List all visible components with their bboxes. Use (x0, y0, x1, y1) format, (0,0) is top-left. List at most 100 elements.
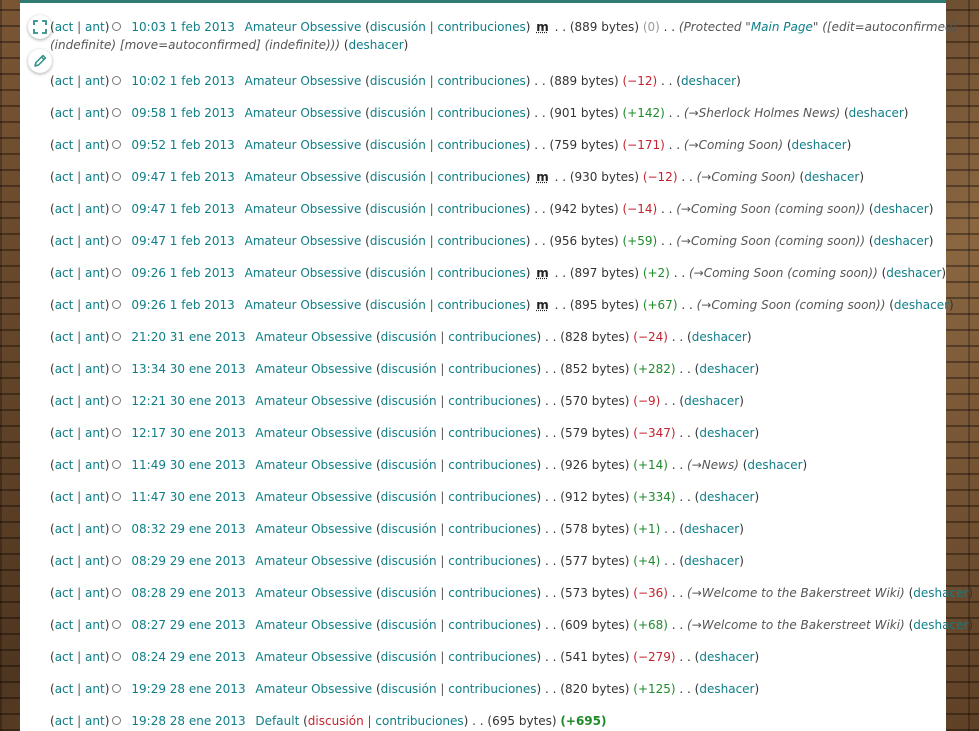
user-talk-link[interactable]: discusión (308, 714, 364, 728)
diff-previous-link[interactable]: ant (85, 234, 105, 248)
undo-link[interactable]: deshacer (874, 202, 929, 216)
undo-link[interactable]: deshacer (894, 298, 949, 312)
user-contribs-link[interactable]: contribuciones (437, 298, 525, 312)
diff-current-link[interactable]: act (55, 458, 74, 472)
undo-link[interactable]: deshacer (699, 426, 754, 440)
revision-timestamp-link[interactable]: 08:29 29 ene 2013 (131, 554, 245, 568)
compare-radio[interactable] (112, 140, 122, 149)
compare-radio[interactable] (112, 268, 122, 277)
user-contribs-link[interactable]: contribuciones (375, 714, 463, 728)
user-talk-link[interactable]: discusión (370, 298, 426, 312)
diff-current-link[interactable]: act (55, 170, 74, 184)
diff-current-link[interactable]: act (55, 426, 74, 440)
diff-previous-link[interactable]: ant (85, 20, 105, 34)
user-link[interactable]: Amateur Obsessive (255, 650, 372, 664)
user-talk-link[interactable]: discusión (381, 650, 437, 664)
fullscreen-button[interactable] (28, 15, 52, 39)
diff-current-link[interactable]: act (55, 138, 74, 152)
compare-radio[interactable] (112, 364, 122, 373)
compare-radio[interactable] (112, 300, 122, 309)
user-contribs-link[interactable]: contribuciones (437, 202, 525, 216)
user-link[interactable]: Amateur Obsessive (255, 682, 372, 696)
user-contribs-link[interactable]: contribuciones (448, 426, 536, 440)
user-contribs-link[interactable]: contribuciones (448, 618, 536, 632)
undo-link[interactable]: deshacer (699, 362, 754, 376)
user-link[interactable]: Amateur Obsessive (255, 330, 372, 344)
compare-radio[interactable] (112, 22, 122, 31)
revision-timestamp-link[interactable]: 19:29 28 ene 2013 (131, 682, 245, 696)
undo-link[interactable]: deshacer (792, 138, 847, 152)
diff-previous-link[interactable]: ant (85, 586, 105, 600)
user-link[interactable]: Amateur Obsessive (245, 234, 362, 248)
user-talk-link[interactable]: discusión (381, 554, 437, 568)
compare-radio[interactable] (112, 332, 122, 341)
user-contribs-link[interactable]: contribuciones (437, 266, 525, 280)
undo-link[interactable]: deshacer (913, 586, 968, 600)
undo-link[interactable]: deshacer (913, 618, 968, 632)
undo-link[interactable]: deshacer (804, 170, 859, 184)
user-contribs-link[interactable]: contribuciones (448, 362, 536, 376)
user-talk-link[interactable]: discusión (370, 234, 426, 248)
user-talk-link[interactable]: discusión (381, 394, 437, 408)
undo-link[interactable]: deshacer (874, 234, 929, 248)
user-contribs-link[interactable]: contribuciones (448, 650, 536, 664)
diff-previous-link[interactable]: ant (85, 426, 105, 440)
user-link[interactable]: Amateur Obsessive (255, 554, 372, 568)
undo-link[interactable]: deshacer (692, 330, 747, 344)
user-talk-link[interactable]: discusión (370, 20, 426, 34)
user-link[interactable]: Amateur Obsessive (255, 426, 372, 440)
compare-radio[interactable] (112, 204, 122, 213)
user-contribs-link[interactable]: contribuciones (437, 106, 525, 120)
revision-timestamp-link[interactable]: 09:47 1 feb 2013 (131, 202, 234, 216)
revision-timestamp-link[interactable]: 12:17 30 ene 2013 (131, 426, 245, 440)
diff-current-link[interactable]: act (55, 682, 74, 696)
diff-previous-link[interactable]: ant (85, 330, 105, 344)
revision-timestamp-link[interactable]: 19:28 28 ene 2013 (131, 714, 245, 728)
undo-link[interactable]: deshacer (699, 490, 754, 504)
diff-previous-link[interactable]: ant (85, 138, 105, 152)
diff-current-link[interactable]: act (55, 522, 74, 536)
diff-current-link[interactable]: act (55, 20, 74, 34)
compare-radio[interactable] (112, 172, 122, 181)
revision-timestamp-link[interactable]: 11:47 30 ene 2013 (131, 490, 245, 504)
diff-current-link[interactable]: act (55, 490, 74, 504)
diff-previous-link[interactable]: ant (85, 202, 105, 216)
diff-previous-link[interactable]: ant (85, 74, 105, 88)
diff-previous-link[interactable]: ant (85, 106, 105, 120)
user-link[interactable]: Amateur Obsessive (255, 362, 372, 376)
compare-radio[interactable] (112, 556, 122, 565)
diff-current-link[interactable]: act (55, 618, 74, 632)
user-link[interactable]: Default (255, 714, 299, 728)
undo-link[interactable]: deshacer (684, 394, 739, 408)
user-talk-link[interactable]: discusión (381, 426, 437, 440)
user-link[interactable]: Amateur Obsessive (245, 202, 362, 216)
diff-previous-link[interactable]: ant (85, 650, 105, 664)
revision-timestamp-link[interactable]: 09:47 1 feb 2013 (131, 170, 234, 184)
revision-timestamp-link[interactable]: 10:02 1 feb 2013 (131, 74, 234, 88)
undo-link[interactable]: deshacer (684, 554, 739, 568)
user-contribs-link[interactable]: contribuciones (448, 394, 536, 408)
user-link[interactable]: Amateur Obsessive (245, 138, 362, 152)
diff-current-link[interactable]: act (55, 298, 74, 312)
user-contribs-link[interactable]: contribuciones (448, 586, 536, 600)
user-contribs-link[interactable]: contribuciones (437, 74, 525, 88)
compare-radio[interactable] (112, 428, 122, 437)
undo-link[interactable]: deshacer (681, 74, 736, 88)
user-talk-link[interactable]: discusión (370, 202, 426, 216)
compare-radio[interactable] (112, 492, 122, 501)
undo-link[interactable]: deshacer (699, 682, 754, 696)
revision-timestamp-link[interactable]: 09:26 1 feb 2013 (131, 266, 234, 280)
user-talk-link[interactable]: discusión (381, 682, 437, 696)
user-contribs-link[interactable]: contribuciones (448, 490, 536, 504)
diff-previous-link[interactable]: ant (85, 362, 105, 376)
user-talk-link[interactable]: discusión (381, 490, 437, 504)
user-talk-link[interactable]: discusión (381, 522, 437, 536)
diff-previous-link[interactable]: ant (85, 554, 105, 568)
undo-link[interactable]: deshacer (849, 106, 904, 120)
user-link[interactable]: Amateur Obsessive (255, 522, 372, 536)
revision-timestamp-link[interactable]: 09:58 1 feb 2013 (131, 106, 234, 120)
user-contribs-link[interactable]: contribuciones (437, 20, 525, 34)
diff-current-link[interactable]: act (55, 74, 74, 88)
user-link[interactable]: Amateur Obsessive (255, 490, 372, 504)
user-link[interactable]: Amateur Obsessive (245, 74, 362, 88)
